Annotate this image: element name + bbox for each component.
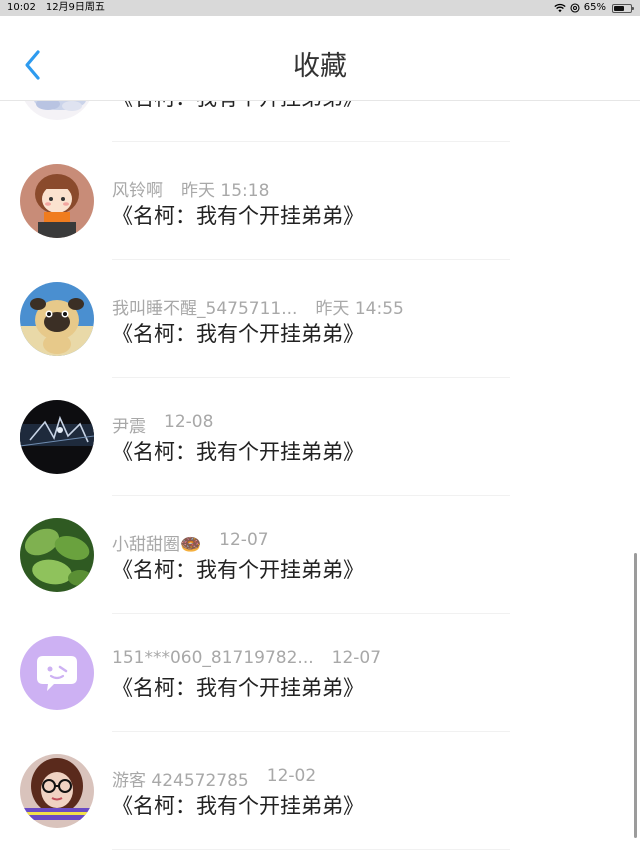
status-time: 10:02	[7, 2, 36, 13]
status-date: 12月9日周五	[45, 2, 105, 13]
list-item[interactable]: 151***060_81719782... 12-07 《名柯：我有个开挂弟弟》	[0, 614, 640, 732]
list-item[interactable]: 风铃啊 昨天 15:18 《名柯：我有个开挂弟弟》	[0, 142, 640, 260]
item-title[interactable]: 《名柯：我有个开挂弟弟》	[112, 554, 364, 584]
list-item[interactable]: 尹震 12-08 《名柯：我有个开挂弟弟》	[0, 378, 640, 496]
status-left: 10:02 12月9日周五	[7, 0, 105, 16]
item-username[interactable]: 尹震	[112, 412, 146, 437]
list-item[interactable]: 游客 424572785 12-02 《名柯：我有个开挂弟弟》	[0, 732, 640, 850]
list-item[interactable]: 我叫睡不醒_5475711... 昨天 14:55 《名柯：我有个开挂弟弟》	[0, 260, 640, 378]
wifi-icon	[554, 3, 566, 13]
nav-bar: 收藏	[0, 16, 640, 101]
status-right: 65%	[554, 0, 634, 16]
item-username[interactable]: 风铃啊	[112, 176, 163, 201]
favorites-list-container[interactable]: 《名柯：我有个开挂弟弟》 风铃啊	[0, 100, 640, 853]
glasses-person-avatar	[20, 754, 94, 828]
item-time: 12-07	[331, 648, 382, 668]
dark-scene-avatar	[20, 400, 94, 474]
page-title: 收藏	[293, 51, 347, 82]
battery-percent: 65%	[583, 2, 606, 13]
pug-avatar	[20, 282, 94, 356]
item-username[interactable]: 小甜甜圈🍩	[112, 530, 201, 555]
item-time: 12-02	[266, 766, 317, 786]
at-icon	[570, 3, 580, 13]
item-title[interactable]: 《名柯：我有个开挂弟弟》	[112, 790, 364, 820]
item-time: 昨天 15:18	[181, 181, 270, 201]
divider	[112, 849, 510, 850]
item-title[interactable]: 《名柯：我有个开挂弟弟》	[112, 200, 364, 230]
item-meta: 小甜甜圈🍩 12-07	[112, 530, 269, 555]
item-meta: 游客 424572785 12-02	[112, 766, 316, 791]
item-meta: 我叫睡不醒_5475711... 昨天 14:55	[112, 294, 404, 319]
item-meta: 风铃啊 昨天 15:18	[112, 176, 269, 201]
item-time: 12-08	[164, 412, 214, 432]
item-username[interactable]: 151***060_81719782...	[112, 648, 314, 668]
item-time: 12-07	[219, 530, 269, 550]
item-meta: 尹震 12-08	[112, 412, 213, 437]
chat-bubble-avatar	[20, 636, 94, 710]
item-title[interactable]: 《名柯：我有个开挂弟弟》	[112, 436, 364, 466]
list-item[interactable]: 《名柯：我有个开挂弟弟》	[0, 100, 640, 142]
list-item[interactable]: 小甜甜圈🍩 12-07 《名柯：我有个开挂弟弟》	[0, 496, 640, 614]
item-username[interactable]: 我叫睡不醒_5475711...	[112, 294, 297, 319]
battery-icon	[612, 3, 634, 13]
item-username[interactable]: 游客 424572785	[112, 766, 249, 791]
status-bar: 10:02 12月9日周五 65%	[0, 0, 640, 16]
cartoon-girl-avatar	[20, 164, 94, 238]
green-leaves-avatar	[20, 518, 94, 592]
item-title[interactable]: 《名柯：我有个开挂弟弟》	[112, 672, 364, 702]
flower-avatar	[20, 100, 94, 120]
item-title[interactable]: 《名柯：我有个开挂弟弟》	[112, 318, 364, 348]
battery-fill	[614, 5, 625, 11]
item-time: 昨天 14:55	[315, 299, 404, 319]
item-meta: 151***060_81719782... 12-07	[112, 648, 381, 668]
item-title[interactable]: 《名柯：我有个开挂弟弟》	[112, 100, 364, 112]
favorites-list: 《名柯：我有个开挂弟弟》 风铃啊	[0, 100, 640, 850]
scrollbar[interactable]	[634, 553, 637, 838]
